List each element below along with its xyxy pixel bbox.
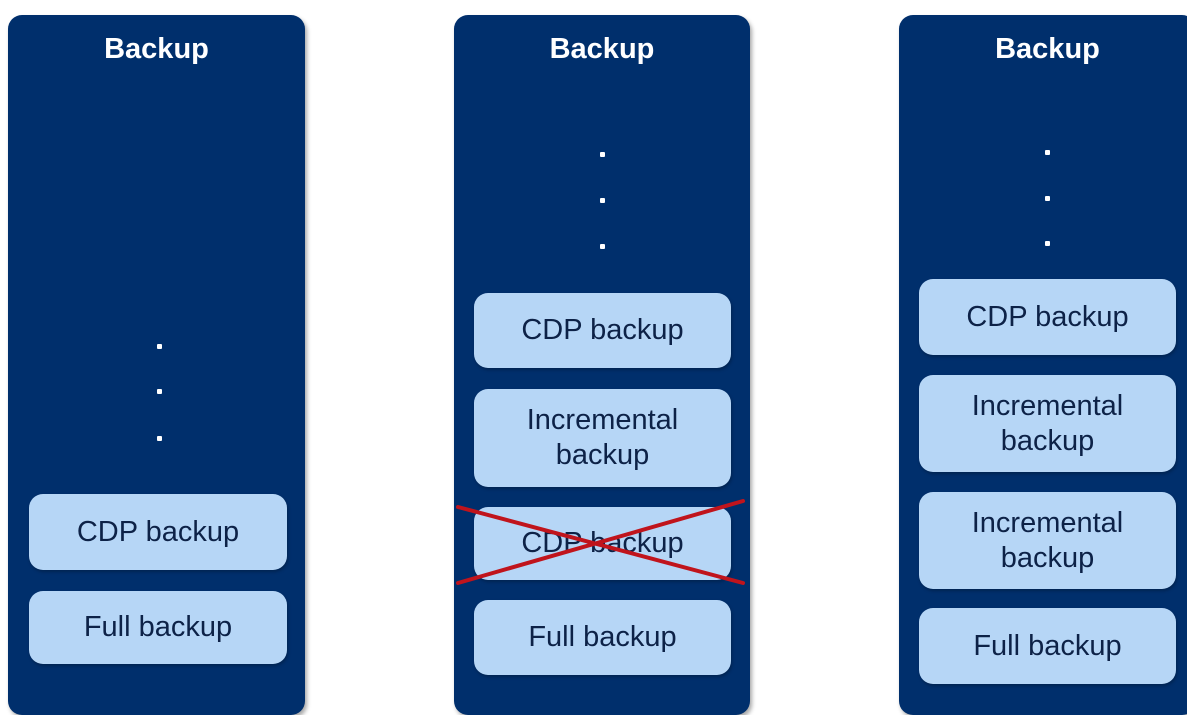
ellipsis-dot bbox=[157, 344, 162, 349]
box-label: CDP backup bbox=[521, 314, 684, 346]
box-label: Incremental backup bbox=[971, 389, 1124, 457]
box-label: CDP backup bbox=[966, 300, 1129, 333]
full-backup-box: Full backup bbox=[919, 608, 1176, 684]
box-label: Incremental backup bbox=[971, 506, 1124, 574]
box-label: Full backup bbox=[528, 621, 677, 653]
full-backup-box: Full backup bbox=[29, 591, 287, 664]
backup-column-2: Backup CDP backup Incremental backup CDP… bbox=[454, 15, 750, 715]
cdp-backup-box: CDP backup bbox=[919, 279, 1176, 355]
ellipsis-dot bbox=[600, 152, 605, 157]
column-title: Backup bbox=[104, 33, 209, 65]
backup-column-3: Backup CDP backup Incremental backup Inc… bbox=[899, 15, 1187, 715]
full-backup-box: Full backup bbox=[474, 600, 731, 675]
box-label: Full backup bbox=[973, 629, 1122, 662]
cdp-backup-box-removed: CDP backup bbox=[474, 507, 731, 580]
backup-column-1: Backup CDP backup Full backup bbox=[8, 15, 305, 715]
ellipsis-dot bbox=[1045, 150, 1050, 155]
column-title: Backup bbox=[549, 33, 655, 65]
column-title: Backup bbox=[995, 33, 1100, 65]
box-label: Full backup bbox=[83, 611, 233, 643]
cdp-backup-box: CDP backup bbox=[474, 293, 731, 368]
box-label: CDP backup bbox=[76, 515, 240, 548]
incremental-backup-box: Incremental backup bbox=[474, 389, 731, 487]
box-label: CDP backup bbox=[521, 527, 684, 559]
box-label: Incremental backup bbox=[526, 404, 679, 471]
incremental-backup-box: Incremental backup bbox=[919, 492, 1176, 589]
ellipsis-dot bbox=[157, 436, 162, 441]
ellipsis-dot bbox=[600, 198, 605, 203]
ellipsis-dot bbox=[600, 244, 605, 249]
ellipsis-dot bbox=[157, 389, 162, 394]
ellipsis-dot bbox=[1045, 241, 1050, 246]
incremental-backup-box: Incremental backup bbox=[919, 375, 1176, 472]
cdp-backup-box: CDP backup bbox=[29, 494, 287, 570]
ellipsis-dot bbox=[1045, 196, 1050, 201]
